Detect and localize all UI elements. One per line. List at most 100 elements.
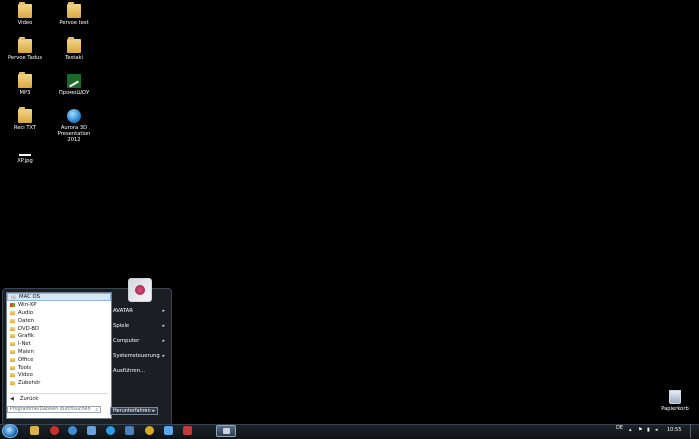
- menu-item-label: AVATAR: [113, 308, 133, 314]
- search-placeholder: Programme/Dateien durchsuchen: [10, 407, 91, 412]
- desktop-icon-aurora-3d[interactable]: Aurora 3D Presentation 2012: [52, 109, 96, 143]
- chevron-right-icon: ▸: [162, 353, 165, 359]
- network-icon[interactable]: ▮: [647, 427, 650, 433]
- taskbar-ie-icon[interactable]: [68, 426, 77, 435]
- window-icon: [222, 428, 230, 434]
- program-item-label: Grafik: [18, 333, 34, 340]
- program-item-i-net[interactable]: I-Net: [7, 340, 111, 348]
- taskbar-active-window[interactable]: [216, 425, 236, 437]
- menu-item-spiele[interactable]: Spiele ▸: [113, 323, 165, 329]
- program-item-audio[interactable]: Audio: [7, 309, 111, 317]
- chart-icon: [67, 74, 81, 88]
- image-file-icon: [19, 154, 31, 156]
- program-item-label: Tools: [18, 364, 32, 371]
- program-item-malen[interactable]: Malen: [7, 348, 111, 356]
- arrow-left-icon: ◀: [10, 396, 14, 402]
- folder-icon: [67, 37, 81, 53]
- desktop-icon-label: Pervoe Tadus: [7, 55, 43, 61]
- program-item-zubehoer[interactable]: Zubehör: [7, 379, 111, 387]
- chevron-right-icon: ▸: [162, 308, 165, 314]
- taskbar-download-icon[interactable]: [164, 426, 173, 435]
- program-item-label: MAC OS: [19, 294, 41, 301]
- taskbar-skype-icon[interactable]: [106, 426, 115, 435]
- folder-icon: [10, 318, 15, 323]
- desktop-icon-label: Testaki: [65, 55, 83, 61]
- win-app-icon: [10, 303, 15, 308]
- taskbar-game-icon[interactable]: [183, 426, 192, 435]
- program-item-label: I-Net: [18, 341, 31, 348]
- volume-icon[interactable]: ◂: [655, 427, 658, 433]
- taskbar-chrome-icon[interactable]: [145, 426, 154, 435]
- menu-item-label: Ausführen...: [113, 368, 146, 374]
- program-item-label: Zubehör: [18, 380, 41, 387]
- folder-icon: [67, 2, 81, 18]
- chevron-right-icon: ▸: [162, 323, 165, 329]
- folder-icon: [10, 381, 15, 386]
- menu-item-label: Computer: [113, 338, 140, 344]
- recycle-bin-label: Papierkorb: [661, 406, 689, 412]
- program-item-label: Malen: [18, 349, 34, 356]
- user-avatar[interactable]: [128, 278, 152, 302]
- desktop-icon-label: XP.jpg: [17, 158, 33, 164]
- menu-item-ausfuehren[interactable]: Ausführen...: [113, 368, 165, 374]
- menu-item-avatar[interactable]: AVATAR ▸: [113, 308, 165, 314]
- folder-icon: [10, 311, 15, 316]
- folder-icon: [18, 37, 32, 53]
- tray-expand-icon[interactable]: ▴: [629, 427, 632, 433]
- desktop-icon-promoshow[interactable]: ПромоШОУ: [52, 74, 96, 96]
- program-item-video[interactable]: Video: [7, 372, 111, 380]
- shutdown-options-icon[interactable]: ▸: [153, 408, 155, 414]
- folder-icon: [10, 350, 15, 355]
- language-indicator[interactable]: DE: [616, 425, 623, 431]
- show-desktop-button[interactable]: [690, 424, 699, 438]
- program-item-mac-os[interactable]: MAC OS: [7, 293, 111, 302]
- program-item-daten[interactable]: Daten: [7, 317, 111, 325]
- recycle-bin[interactable]: Papierkorb: [660, 390, 690, 412]
- program-list: MAC OS Win-XP Audio Daten DVD-BD Grafik …: [7, 293, 111, 387]
- search-icon: ⌕: [95, 407, 98, 413]
- program-item-tools[interactable]: Tools: [7, 364, 111, 372]
- program-item-win-xp[interactable]: Win-XP: [7, 301, 111, 309]
- taskbar-media-icon[interactable]: [87, 426, 96, 435]
- start-menu-programs-pane: MAC OS Win-XP Audio Daten DVD-BD Grafik …: [6, 292, 112, 419]
- folder-icon: [10, 326, 15, 331]
- globe-icon: [67, 109, 81, 123]
- menu-item-systemsteuerung[interactable]: Systemsteuerung ▸: [113, 353, 165, 359]
- program-item-dvd-bd[interactable]: DVD-BD: [7, 325, 111, 333]
- shutdown-label: Herunterfahren: [113, 408, 151, 414]
- search-input[interactable]: Programme/Dateien durchsuchen ⌕: [7, 406, 101, 413]
- folder-icon: [10, 365, 15, 370]
- desktop-icon-pervoe-tadus[interactable]: Pervoe Tadus: [3, 37, 47, 61]
- desktop-icon-label: Pervoe test: [59, 20, 89, 26]
- desktop-icon-reci-txt[interactable]: Reci TXT: [3, 107, 47, 131]
- mac-app-icon: [11, 294, 16, 300]
- desktop-icon-testaki[interactable]: Testaki: [52, 37, 96, 61]
- clock[interactable]: 10:55: [667, 427, 681, 433]
- program-item-label: Daten: [18, 317, 35, 324]
- program-item-grafik[interactable]: Grafik: [7, 333, 111, 341]
- program-item-office[interactable]: Office: [7, 356, 111, 364]
- desktop-icon-xp-jpg[interactable]: XP.jpg: [3, 144, 47, 164]
- taskbar-app-icon[interactable]: [125, 426, 134, 435]
- start-button[interactable]: [2, 424, 18, 438]
- action-center-icon[interactable]: ⚑: [638, 427, 642, 433]
- folder-icon: [10, 373, 15, 378]
- chevron-right-icon: ▸: [162, 338, 165, 344]
- desktop-icon-video[interactable]: Video: [3, 2, 47, 26]
- taskbar-opera-icon[interactable]: [50, 426, 59, 435]
- taskbar-explorer-icon[interactable]: [30, 426, 39, 435]
- back-button[interactable]: ◀ Zurück: [10, 396, 38, 402]
- desktop-icon-mp3[interactable]: MP3: [3, 72, 47, 96]
- menu-item-label: Systemsteuerung: [113, 353, 160, 359]
- program-item-label: Win-XP: [18, 302, 37, 309]
- divider: [10, 393, 108, 394]
- back-label: Zurück: [19, 396, 39, 402]
- folder-icon: [18, 107, 32, 123]
- menu-item-computer[interactable]: Computer ▸: [113, 338, 165, 344]
- desktop-icon-pervoe-test[interactable]: Pervoe test: [52, 2, 96, 26]
- program-item-label: DVD-BD: [18, 325, 40, 332]
- program-item-label: Office: [18, 356, 34, 363]
- shutdown-button[interactable]: Herunterfahren ▸: [110, 407, 158, 415]
- folder-icon: [10, 334, 15, 339]
- folder-icon: [18, 2, 32, 18]
